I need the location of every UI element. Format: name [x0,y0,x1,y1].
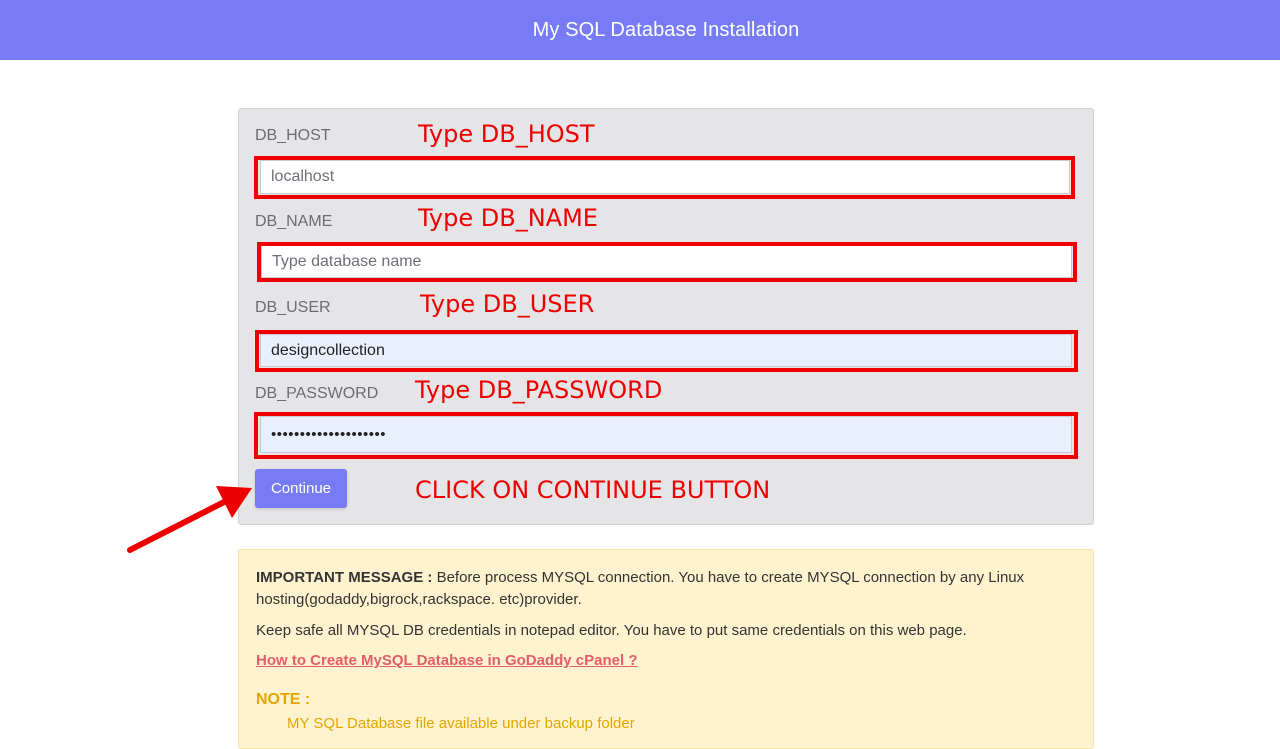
db-user-highlight [255,330,1078,372]
continue-button[interactable]: Continue [255,469,347,508]
important-notice: IMPORTANT MESSAGE : Before process MYSQL… [238,549,1094,749]
db-password-label: DB_PASSWORD [255,385,379,402]
annotation-arrow-icon [127,486,252,553]
db-password-annotation: Type DB_PASSWORD [415,376,663,404]
db-host-highlight [254,156,1075,199]
page-title: My SQL Database Installation [532,18,800,41]
db-name-highlight [257,242,1077,282]
db-user-annotation: Type DB_USER [420,290,595,318]
important-label: IMPORTANT MESSAGE : [256,569,433,586]
db-name-annotation: Type DB_NAME [418,204,598,232]
note-item: MY SQL Database file available under bac… [287,715,635,732]
note-title: NOTE : [256,691,311,708]
db-user-label: DB_USER [255,299,331,316]
top-bar: My SQL Database Installation [0,0,1280,60]
db-name-label: DB_NAME [255,213,333,230]
db-password-highlight [254,412,1078,459]
important-paragraph: IMPORTANT MESSAGE : Before process MYSQL… [256,567,1073,611]
continue-annotation: CLICK ON CONTINUE BUTTON [415,476,771,504]
db-host-annotation: Type DB_HOST [418,120,595,148]
keep-safe-text: Keep safe all MYSQL DB credentials in no… [256,622,967,639]
godaddy-guide-link[interactable]: How to Create MySQL Database in GoDaddy … [256,652,637,669]
db-host-label: DB_HOST [255,127,331,144]
